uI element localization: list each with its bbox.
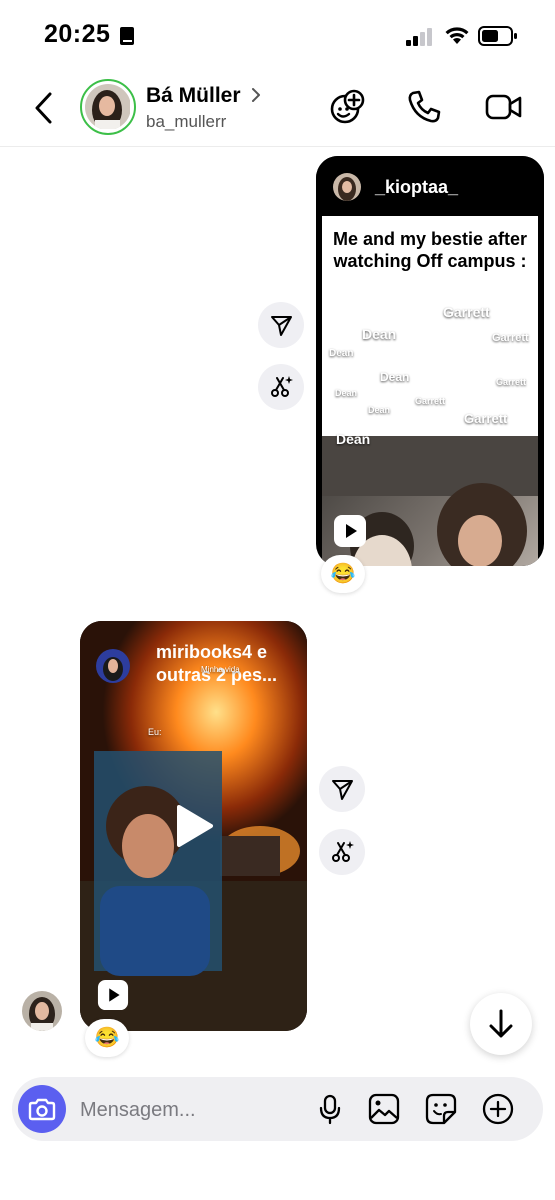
cellular-signal-icon	[406, 28, 432, 46]
reel-account-avatar	[333, 173, 361, 201]
back-icon[interactable]	[30, 90, 58, 126]
overlay-label: Dean	[368, 405, 391, 415]
share-button[interactable]	[258, 302, 304, 348]
overlay-label: Garrett	[496, 377, 527, 387]
overlay-label: Garrett	[443, 304, 490, 320]
reel-account-name: miribooks4 e outras 2 pes...	[156, 642, 278, 685]
sticker-icon[interactable]	[424, 1092, 458, 1126]
reading-mode-icon	[120, 27, 134, 45]
overlay-label: Minha vida	[201, 665, 240, 674]
overlay-label: Dean	[362, 326, 397, 342]
contact-name[interactable]: Bá Müller	[146, 84, 241, 108]
share-button[interactable]	[319, 766, 365, 812]
reels-icon	[97, 979, 129, 1011]
contact-username: ba_mullerr	[146, 112, 227, 131]
contact-avatar[interactable]	[80, 79, 136, 135]
overlay-label: Dean	[380, 370, 410, 384]
chevron-right-icon[interactable]	[250, 86, 262, 110]
reaction-badge[interactable]: 😂	[321, 555, 365, 593]
overlay-label: Garrett	[492, 332, 529, 344]
sender-avatar[interactable]	[22, 991, 62, 1031]
overlay-label: Dean	[335, 388, 358, 398]
reel-account-name: _kioptaa_	[375, 177, 459, 197]
phone-icon[interactable]	[404, 87, 444, 127]
remix-ai-button[interactable]	[319, 829, 365, 875]
battery-icon	[478, 26, 517, 46]
overlay-label: Eu:	[148, 727, 162, 737]
status-time: 20:25	[44, 20, 111, 48]
video-call-icon[interactable]	[484, 87, 524, 127]
reaction-badge[interactable]: 😂	[85, 1019, 129, 1057]
remix-ai-button[interactable]	[258, 364, 304, 410]
microphone-icon[interactable]	[313, 1092, 347, 1126]
add-to-chat-sticker-icon[interactable]	[327, 87, 367, 127]
overlay-label: Dean	[336, 431, 371, 447]
add-circle-icon[interactable]	[481, 1092, 515, 1126]
scroll-to-bottom-button[interactable]	[470, 993, 532, 1055]
wifi-icon	[445, 27, 469, 44]
overlay-label: Dean	[329, 348, 354, 359]
shared-reel-card[interactable]: miribooks4 e outras 2 pes... Minha vida …	[80, 621, 307, 1031]
play-icon[interactable]	[175, 803, 215, 849]
reel-header: _kioptaa_	[316, 156, 544, 216]
message-input[interactable]	[80, 1094, 300, 1126]
overlay-label: Garrett	[464, 411, 508, 426]
reels-icon	[334, 515, 366, 547]
gallery-icon[interactable]	[367, 1092, 401, 1126]
shared-reel-card[interactable]: _kioptaa_ Me and my bestie after watchin…	[316, 156, 544, 566]
camera-button[interactable]	[18, 1085, 66, 1133]
overlay-label: Garrett	[415, 396, 446, 406]
play-icon[interactable]	[410, 339, 450, 385]
reel-caption: Me and my bestie after watching Off camp…	[332, 229, 528, 271]
header-divider	[0, 146, 555, 147]
reel-account-avatar	[96, 649, 130, 683]
